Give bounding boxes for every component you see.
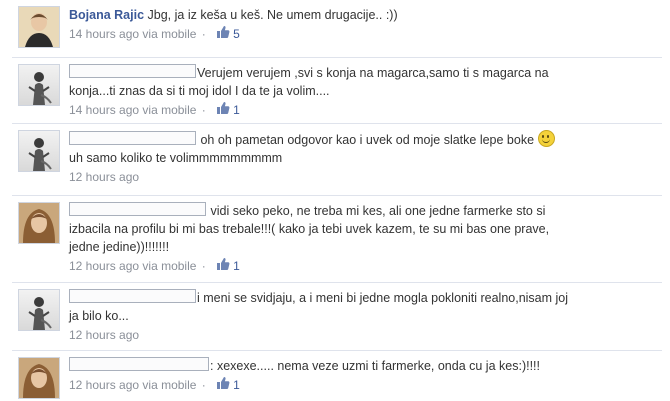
avatar-image [19,7,59,47]
avatar-image [19,65,59,105]
comment-text: izbacila na profilu bi mi bas trebale!!!… [69,222,550,236]
comment-timestamp[interactable]: 14 hours ago [69,103,139,117]
avatar-image [19,131,59,171]
avatar-image [19,358,59,398]
comment-text: konja...ti znas da si ti moj idol I da t… [69,84,330,98]
like-count[interactable]: 1 [233,103,240,117]
comment-meta: 12 hours ago [69,326,659,344]
comment-item: i meni se svidjaju, a i meni bi jedne mo… [12,282,662,351]
redacted-author-name[interactable] [69,357,209,371]
avatar[interactable] [18,64,60,106]
avatar-image [19,203,59,243]
comment-author-link[interactable]: Bojana Rajic [69,8,144,22]
redacted-author-name[interactable] [69,131,196,145]
comment-timestamp[interactable]: 12 hours ago [69,170,139,184]
comment-text: vidi seko peko, ne treba mi kes, ali one… [210,204,546,218]
thumbs-up-icon[interactable] [215,25,231,40]
comment-meta: 12 hours ago via mobile · 1 [69,376,240,392]
via-mobile-label: via mobile [142,103,197,117]
comment-item: : xexexe..... nema veze uzmi ti farmerke… [12,350,662,401]
like-count[interactable]: 5 [233,27,240,41]
comment-timestamp[interactable]: 12 hours ago [69,328,139,342]
comment-feed: Bojana Rajic Jbg, ja iz keša u keš. Ne u… [0,0,670,400]
comment-meta: 14 hours ago via mobile · 1 [69,101,240,117]
like-count[interactable]: 1 [233,378,240,392]
comment-text: : xexexe..... nema veze uzmi ti farmerke… [210,359,540,373]
comment-item: vidi seko peko, ne treba mi kes, ali one… [12,195,662,281]
like-count[interactable]: 1 [233,259,240,273]
comment-text: i meni se svidjaju, a i meni bi jedne mo… [197,291,569,305]
comment-text: jedne jedine))!!!!!!! [69,240,170,254]
redacted-author-name[interactable] [69,202,206,216]
thumbs-up-icon[interactable] [215,101,231,116]
comment-text: ja bilo ko... [69,309,129,323]
via-mobile-label: via mobile [142,27,197,41]
comment-item: Bojana Rajic Jbg, ja iz keša u keš. Ne u… [12,0,662,52]
redacted-author-name[interactable] [69,289,196,303]
avatar[interactable] [18,289,60,331]
comment-timestamp[interactable]: 12 hours ago [69,259,139,273]
comment-item: Verujem verujem ,svi s konja na magarca,… [12,57,662,120]
comment-text: uh samo koliko te volimmmmmmmmm [69,151,283,165]
smile-emoticon [538,130,556,147]
via-mobile-label: via mobile [142,259,197,273]
comment-item: oh oh pametan odgovor kao i uvek od moje… [12,123,662,192]
redacted-author-name[interactable] [69,64,196,78]
comment-timestamp[interactable]: 12 hours ago [69,378,139,392]
thumbs-up-icon[interactable] [215,257,231,272]
comment-text: Verujem verujem ,svi s konja na magarca,… [197,66,549,80]
avatar[interactable] [18,6,60,48]
avatar[interactable] [18,357,60,399]
comment-text: oh oh pametan odgovor kao i uvek od moje… [200,133,535,147]
comment-timestamp[interactable]: 14 hours ago [69,27,139,41]
comment-meta: 12 hours ago [69,168,659,186]
comment-meta: 14 hours ago via mobile · 5 [69,25,240,41]
avatar-image [19,290,59,330]
avatar[interactable] [18,202,60,244]
comment-meta: 12 hours ago via mobile · 1 [69,257,240,273]
comment-text: Jbg, ja iz keša u keš. Ne umem drugacije… [147,8,398,22]
thumbs-up-icon[interactable] [215,376,231,391]
via-mobile-label: via mobile [142,378,197,392]
avatar[interactable] [18,130,60,172]
